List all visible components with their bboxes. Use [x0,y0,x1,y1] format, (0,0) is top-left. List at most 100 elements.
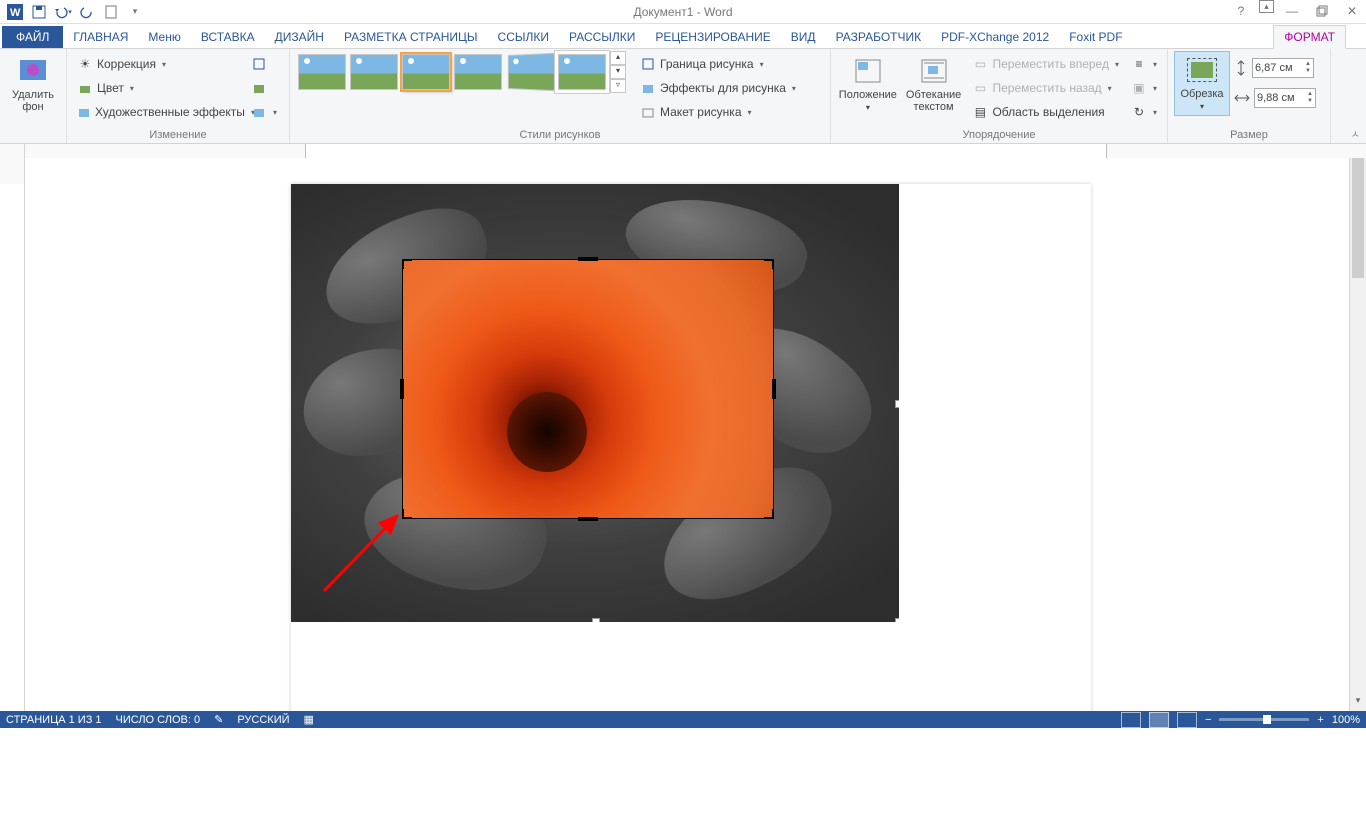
svg-text:W: W [10,7,21,19]
document-area[interactable] [25,158,1349,711]
text-wrap-button[interactable]: Обтекание текстом [903,51,965,113]
tab-view[interactable]: ВИД [781,26,826,48]
picture-object[interactable] [291,184,899,622]
picture-styles-gallery[interactable]: ▴▾▿ [296,51,626,93]
zoom-level[interactable]: 100% [1332,714,1360,726]
customize-qa-icon[interactable]: ▾ [124,1,146,23]
selection-handle-b[interactable] [592,618,600,622]
position-icon [852,55,884,87]
bring-forward-button: ▭Переместить вперед▾ [968,53,1123,75]
tab-mailings[interactable]: РАССЫЛКИ [559,26,645,48]
status-proofing-icon[interactable]: ✎ [214,713,223,726]
scrollbar-thumb[interactable] [1352,158,1364,278]
tab-review[interactable]: РЕЦЕНЗИРОВАНИЕ [645,26,780,48]
view-read-icon[interactable] [1121,712,1141,728]
window-title: Документ1 - Word [0,5,1366,19]
align-button[interactable]: ≡▾ [1127,53,1161,75]
zoom-slider[interactable] [1219,718,1309,721]
tab-file[interactable]: ФАЙЛ [2,26,63,48]
compress-pictures-button[interactable] [247,53,281,75]
crop-selection[interactable] [403,260,773,518]
gallery-scroll[interactable]: ▴▾▿ [610,51,626,93]
forward-icon: ▭ [972,56,988,72]
status-language[interactable]: РУССКИЙ [237,714,289,726]
remove-background-button[interactable]: Удалить фон [6,51,60,113]
picture-effects-button[interactable]: Эффекты для рисунка▾ [636,77,800,99]
tab-foxit[interactable]: Foxit PDF [1059,26,1132,48]
crop-handle-b[interactable] [578,517,598,521]
tab-home[interactable]: ГЛАВНАЯ [63,26,138,48]
height-spinner[interactable]: ▲▼ [1305,61,1311,75]
tab-references[interactable]: ССЫЛКИ [488,26,559,48]
close-icon[interactable]: ✕ [1340,0,1364,22]
scroll-down-icon[interactable]: ▾ [1350,695,1366,711]
status-bar: СТРАНИЦА 1 ИЗ 1 ЧИСЛО СЛОВ: 0 ✎ РУССКИЙ … [0,711,1366,728]
crop-handle-r[interactable] [772,379,776,399]
document-workspace: ▴ ▾ [0,158,1366,711]
word-icon[interactable]: W [4,1,26,23]
reset-picture-button[interactable]: ▾ [247,101,281,123]
new-doc-icon[interactable] [100,1,122,23]
view-print-icon[interactable] [1149,712,1169,728]
selection-handle-r[interactable] [895,400,899,408]
position-button[interactable]: Положение▾ [837,51,899,114]
selection-pane-button[interactable]: ▤Область выделения [968,101,1123,123]
change-picture-icon [251,80,267,96]
style-thumb-2[interactable] [350,54,398,90]
selection-handle-br[interactable] [895,618,899,622]
crop-handle-l[interactable] [400,379,404,399]
help-icon[interactable]: ? [1229,0,1253,22]
tab-menu[interactable]: Меню [138,26,190,48]
status-word-count[interactable]: ЧИСЛО СЛОВ: 0 [116,714,201,726]
tab-layout[interactable]: РАЗМЕТКА СТРАНИЦЫ [334,26,488,48]
width-spinner[interactable]: ▲▼ [1307,91,1313,105]
save-icon[interactable] [28,1,50,23]
tab-format[interactable]: ФОРМАТ [1273,25,1346,49]
picture-layout-button[interactable]: Макет рисунка▾ [636,101,800,123]
tab-pdfxchange[interactable]: PDF-XChange 2012 [931,26,1059,48]
reset-icon [251,104,267,120]
change-picture-button[interactable] [247,77,281,99]
group-label-size: Размер [1174,127,1324,143]
tab-design[interactable]: ДИЗАЙН [265,26,334,48]
picture-border-button[interactable]: Граница рисунка▾ [636,53,800,75]
crop-handle-tr[interactable] [764,259,774,269]
vertical-ruler[interactable] [0,158,25,711]
height-field[interactable]: 6,87 см▲▼ [1234,57,1316,79]
vertical-scrollbar[interactable]: ▴ ▾ [1349,158,1366,711]
tab-insert[interactable]: ВСТАВКА [191,26,265,48]
group-label-adjust: Изменение [73,127,283,143]
corrections-button[interactable]: ☀Коррекция▾ [73,53,243,75]
zoom-out-icon[interactable]: − [1205,714,1211,726]
crop-button[interactable]: Обрезка▾ [1174,51,1230,116]
status-macro-icon[interactable]: ▦ [304,713,314,726]
minimize-icon[interactable]: — [1280,0,1304,22]
crop-handle-br[interactable] [764,509,774,519]
page [291,184,1091,711]
style-thumb-4[interactable] [454,54,502,90]
style-thumb-6[interactable] [558,54,606,90]
width-field[interactable]: 9,88 см▲▼ [1234,87,1316,109]
style-thumb-3[interactable] [402,54,450,90]
tab-developer[interactable]: РАЗРАБОТЧИК [826,26,932,48]
view-web-icon[interactable] [1177,712,1197,728]
ribbon-display-icon[interactable]: ▴ [1259,0,1274,13]
collapse-ribbon-icon[interactable]: ㅅ [1351,126,1360,141]
rotate-button[interactable]: ↻▾ [1127,101,1161,123]
effects-icon [77,104,91,120]
crop-handle-t[interactable] [578,257,598,261]
zoom-in-icon[interactable]: + [1317,714,1323,726]
crop-handle-bl[interactable] [402,509,412,519]
color-button[interactable]: Цвет▾ [73,77,243,99]
undo-icon[interactable]: ▾ [52,1,74,23]
redo-icon[interactable] [76,1,98,23]
group-label-arrange: Упорядочение [837,127,1161,143]
status-page[interactable]: СТРАНИЦА 1 ИЗ 1 [6,714,102,726]
restore-icon[interactable] [1310,0,1334,22]
artistic-effects-button[interactable]: Художественные эффекты▾ [73,101,243,123]
style-thumb-1[interactable] [298,54,346,90]
crop-handle-tl[interactable] [402,259,412,269]
compress-icon [251,56,267,72]
style-thumb-5[interactable] [508,53,555,91]
selection-icon: ▤ [972,104,988,120]
